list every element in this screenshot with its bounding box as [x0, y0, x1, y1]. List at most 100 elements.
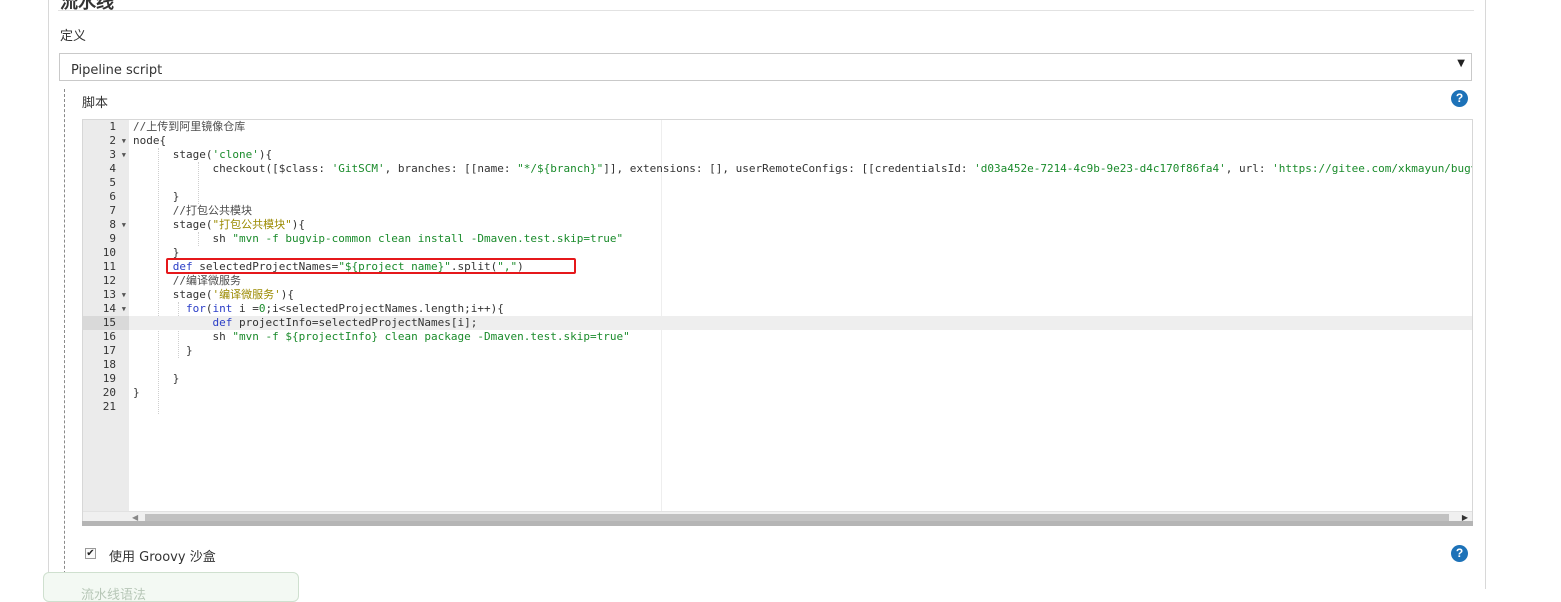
- line-number: 5: [109, 176, 116, 189]
- pipeline-syntax-label: 流水线语法: [81, 588, 147, 602]
- code-token: stage(: [133, 218, 213, 231]
- section-title: 流水线: [60, 0, 114, 13]
- code-line[interactable]: checkout([$class: 'GitSCM', branches: [[…: [129, 162, 1472, 176]
- code-token: 'd03a452e-7214-4c9b-9e23-d4c170f86fa4': [974, 162, 1226, 175]
- code-line[interactable]: }: [129, 386, 1472, 400]
- code-token: "打包公共模块": [212, 218, 292, 231]
- editor-resize-bar[interactable]: [82, 521, 1473, 526]
- code-token: ){: [258, 148, 273, 161]
- code-token: 'clone': [212, 148, 259, 161]
- code-line[interactable]: for(int i =0;i<selectedProjectNames.leng…: [129, 302, 1472, 316]
- gutter-row: 9: [83, 232, 129, 246]
- line-number: 18: [102, 358, 116, 371]
- code-token: }: [133, 372, 180, 385]
- code-line[interactable]: [129, 176, 1472, 190]
- code-token: def: [212, 316, 233, 329]
- gutter-row: 5: [83, 176, 129, 190]
- code-token: 'https://gitee.com/xkmayun/bugv: [1272, 162, 1473, 175]
- code-token: i =: [232, 302, 259, 315]
- code-token: , url:: [1225, 162, 1273, 175]
- script-editor[interactable]: 1 2 ▼ 3 ▼ 4 5 6 7 8 ▼ 9 10 11 12 13 ▼ 14 ▼ 15 16 17 18 19 20 21 /…: [82, 119, 1473, 526]
- line-number: 16: [102, 330, 116, 343]
- title-divider: [58, 10, 1474, 11]
- code-token: for: [185, 302, 206, 315]
- line-number: 12: [102, 274, 116, 287]
- code-token: ){: [291, 218, 305, 231]
- code-line[interactable]: sh "mvn -f ${projectInfo} clean package …: [129, 330, 1472, 344]
- code-token: sh: [133, 330, 233, 343]
- code-token: ){: [280, 288, 294, 301]
- gutter-row: 7: [83, 204, 129, 218]
- code-line[interactable]: def projectInfo=selectedProjectNames[i];: [129, 316, 1472, 330]
- code-token: sh: [133, 232, 233, 245]
- gutter-row: 16: [83, 330, 129, 344]
- chevron-down-icon: ▼: [1457, 58, 1465, 69]
- gutter-row: 20: [83, 386, 129, 400]
- fold-toggle-icon[interactable]: ▼: [122, 288, 126, 302]
- gutter-row: 6: [83, 190, 129, 204]
- code-token: "mvn -f bugvip-common clean install -Dma…: [232, 232, 624, 245]
- line-number: 15: [102, 316, 116, 329]
- code-token: }: [133, 386, 140, 399]
- code-line[interactable]: }: [129, 344, 1472, 358]
- gutter-row: 10: [83, 246, 129, 260]
- code-line[interactable]: }: [129, 372, 1472, 386]
- line-number: 19: [102, 372, 116, 385]
- code-token: ;i<selectedProjectNames.length;i++){: [265, 302, 504, 315]
- code-line[interactable]: //打包公共模块: [129, 204, 1472, 218]
- code-line[interactable]: stage("打包公共模块"){: [129, 218, 1472, 232]
- code-line[interactable]: //上传到阿里镜像仓库: [129, 120, 1472, 134]
- groovy-sandbox-checkbox[interactable]: ✔: [85, 548, 96, 559]
- gutter-row: 11: [83, 260, 129, 274]
- code-token: int: [212, 302, 233, 315]
- code-line[interactable]: [129, 400, 1472, 414]
- groovy-sandbox-label: 使用 Groovy 沙盒: [109, 550, 216, 565]
- script-label: 脚本: [82, 96, 109, 111]
- line-number: 8: [109, 218, 116, 231]
- code-line[interactable]: sh "mvn -f bugvip-common clean install -…: [129, 232, 1472, 246]
- help-icon[interactable]: ?: [1451, 545, 1468, 562]
- code-token: "*/${branch}": [517, 162, 604, 175]
- line-number: 6: [109, 190, 116, 203]
- help-icon[interactable]: ?: [1451, 90, 1468, 107]
- gutter-row: 1: [83, 120, 129, 134]
- gutter-row: 17: [83, 344, 129, 358]
- code-line[interactable]: [129, 358, 1472, 372]
- gutter-row: 3 ▼: [83, 148, 129, 162]
- line-number: 11: [102, 260, 116, 273]
- code-token: projectInfo=selectedProjectNames[i];: [232, 316, 478, 329]
- fold-toggle-icon[interactable]: ▼: [122, 302, 126, 316]
- code-token: }: [133, 344, 193, 357]
- code-token: , branches: [[name:: [384, 162, 518, 175]
- gutter-row: 18: [83, 358, 129, 372]
- highlight-annotation-box: [166, 258, 576, 274]
- line-number: 10: [102, 246, 116, 259]
- code-line[interactable]: stage('编译微服务'){: [129, 288, 1472, 302]
- code-line[interactable]: node{: [129, 134, 1472, 148]
- code-token: stage(: [133, 148, 213, 161]
- code-line[interactable]: //编译微服务: [129, 274, 1472, 288]
- gutter-row: 13 ▼: [83, 288, 129, 302]
- line-number: 9: [109, 232, 116, 245]
- code-token: checkout([$class:: [133, 162, 332, 175]
- code-line[interactable]: }: [129, 190, 1472, 204]
- code-token: //编译微服务: [133, 274, 241, 287]
- line-number: 17: [102, 344, 116, 357]
- pipeline-syntax-link[interactable]: 流水线语法: [43, 572, 299, 602]
- fold-toggle-icon[interactable]: ▼: [122, 134, 126, 148]
- code-line[interactable]: stage('clone'){: [129, 148, 1472, 162]
- code-token: stage(: [133, 288, 213, 301]
- line-number: 2: [109, 134, 116, 147]
- line-number: 13: [102, 288, 116, 301]
- gutter-row: 19: [83, 372, 129, 386]
- code-token: //上传到阿里镜像仓库: [133, 120, 246, 133]
- definition-select-value: Pipeline script: [71, 63, 163, 78]
- code-token: //打包公共模块: [133, 204, 252, 217]
- fold-toggle-icon[interactable]: ▼: [122, 218, 126, 232]
- gutter-row: 15: [83, 316, 129, 330]
- definition-select[interactable]: Pipeline script ▼: [59, 53, 1472, 81]
- line-number: 21: [102, 400, 116, 413]
- fold-toggle-icon[interactable]: ▼: [122, 148, 126, 162]
